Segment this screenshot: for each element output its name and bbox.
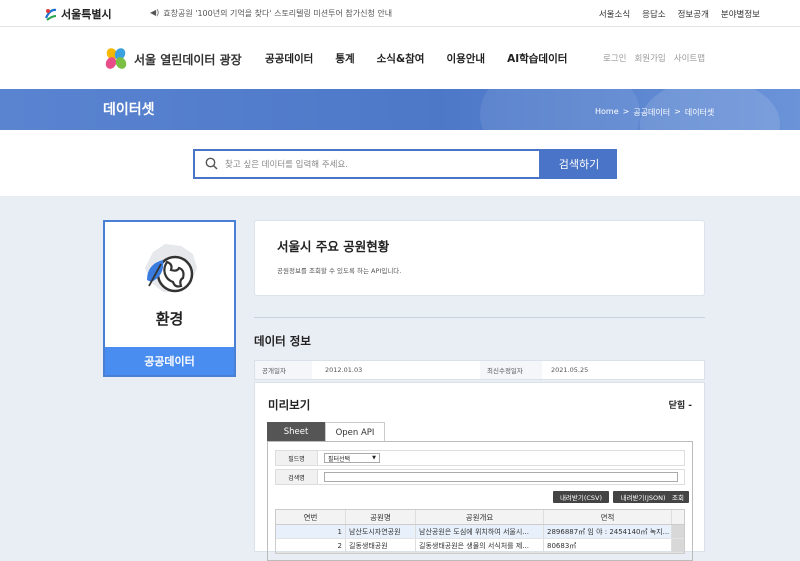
download-csv-button[interactable]: 내려받기(CSV) — [553, 491, 609, 503]
breadcrumb-dataset[interactable]: 데이터셋 — [685, 107, 714, 118]
preview-title: 미리보기 — [268, 398, 311, 412]
environment-globe-icon — [145, 244, 197, 293]
dataset-summary-card: 서울시 주요 공원현황 공원정보를 조회할 수 있도록 하는 API입니다. — [254, 220, 705, 296]
seoul-logo-text: 서울특별시 — [61, 8, 112, 21]
gnb-menu: 공공데이터 통계 소식&참여 이용안내 AI학습데이터 — [265, 51, 589, 66]
page-title: 데이터셋 — [103, 102, 155, 118]
category-card[interactable]: 환경 공공데이터 — [103, 220, 236, 377]
util-link-disclosure[interactable]: 정보공개 — [678, 8, 709, 20]
scrollbar-header — [672, 510, 684, 524]
field-filter-row: 필드명 필터선택 ▼ — [275, 450, 685, 466]
public-date-value: 2012.01.03 — [325, 366, 363, 374]
field-select[interactable]: 필터선택 ▼ — [324, 453, 380, 463]
query-button[interactable]: 조회 — [667, 491, 689, 503]
public-date-label: 공개일자 — [255, 361, 312, 379]
seoul-logo[interactable]: 서울특별시 — [44, 6, 112, 22]
signup-link[interactable]: 회원가입 — [634, 52, 665, 64]
util-link-news[interactable]: 서울소식 — [599, 8, 630, 20]
category-name: 환경 — [155, 310, 184, 328]
login-link[interactable]: 로그인 — [603, 52, 626, 64]
category-type-label: 공공데이터 — [105, 347, 234, 375]
keyword-input-wrap — [318, 470, 684, 484]
search-input[interactable]: 찾고 싶은 데이터를 입력해 주세요. — [193, 149, 541, 179]
top-utility-bar: 서울특별시 ◀) 효창공원 '100년의 기억을 찾다' 스토리텔링 미션투어 … — [0, 0, 800, 27]
breadcrumb-home[interactable]: Home — [595, 107, 619, 118]
notice-ticker[interactable]: ◀) 효창공원 '100년의 기억을 찾다' 스토리텔링 미션투어 참가신청 안… — [150, 8, 392, 19]
site-brand[interactable]: 서울 열린데이터 광장 — [103, 47, 242, 71]
column-header[interactable]: 공원명 — [346, 510, 416, 524]
grid-header: 연번 공원명 공원개요 면적 — [276, 510, 684, 525]
cell-area: 2896887㎡ 임 야 : 2454140㎡ 녹지... — [544, 525, 672, 538]
menu-public-data[interactable]: 공공데이터 — [265, 51, 313, 66]
field-select-wrap: 필터선택 ▼ — [318, 451, 386, 465]
menu-news-participation[interactable]: 소식&참여 — [377, 51, 425, 66]
table-row[interactable]: 2 길동생태공원 길동생태공원은 생물의 서식처를 제... 80683㎡ — [276, 539, 684, 553]
breadcrumb: Home > 공공데이터 > 데이터셋 — [595, 107, 714, 118]
util-link-response[interactable]: 응답소 — [642, 8, 665, 20]
section-divider — [254, 317, 705, 318]
chevron-down-icon: ▼ — [372, 455, 376, 461]
keyword-input[interactable] — [324, 472, 678, 482]
site-brand-text: 서울 열린데이터 광장 — [134, 52, 242, 67]
vertical-scrollbar[interactable] — [672, 525, 684, 538]
search-placeholder: 찾고 싶은 데이터를 입력해 주세요. — [225, 160, 348, 170]
tab-open-api[interactable]: Open API — [325, 422, 385, 442]
breadcrumb-separator: > — [622, 107, 630, 116]
breadcrumb-public-data[interactable]: 공공데이터 — [633, 107, 670, 118]
notice-text: 효창공원 '100년의 기억을 찾다' 스토리텔링 미션투어 참가신청 안내 — [163, 9, 393, 18]
data-grid: 연번 공원명 공원개요 면적 1 남산도시자연공원 남산공원은 도심에 위치하여… — [275, 509, 685, 554]
field-select-value: 필터선택 — [328, 455, 351, 463]
preview-tabs: Sheet Open API — [267, 422, 385, 442]
sitemap-link[interactable]: 사이트맵 — [674, 52, 705, 64]
utility-links: 서울소식 응답소 정보공개 분야별정보 — [599, 8, 760, 20]
column-header[interactable]: 면적 — [544, 510, 672, 524]
sheet-panel: 필드명 필터선택 ▼ 검색명 내려받기(CSV) 내려받기(JSON) 조회 연… — [267, 441, 693, 561]
download-json-button[interactable]: 내려받기(JSON) — [613, 491, 673, 503]
search-keyword-label: 검색명 — [276, 470, 318, 484]
open-data-logo-icon — [105, 48, 127, 69]
data-info-heading: 데이터 정보 — [254, 334, 311, 348]
preview-close-toggle[interactable]: 닫힘 - — [669, 398, 692, 411]
cell-no: 1 — [276, 525, 346, 538]
tab-sheet[interactable]: Sheet — [267, 422, 325, 442]
field-name-label: 필드명 — [276, 451, 318, 465]
data-info-bar: 공개일자 2012.01.03 최신수정일자 2021.05.25 — [254, 360, 705, 380]
search-button[interactable]: 검색하기 — [541, 149, 617, 179]
main-navigation: 서울 열린데이터 광장 공공데이터 통계 소식&참여 이용안내 AI학습데이터 … — [0, 27, 800, 89]
dataset-description: 공원정보를 조회할 수 있도록 하는 API입니다. — [277, 267, 402, 275]
modified-date-label: 최신수정일자 — [480, 361, 542, 379]
table-row[interactable]: 1 남산도시자연공원 남산공원은 도심에 위치하여 서울시... 2896887… — [276, 525, 684, 539]
modified-date-value: 2021.05.25 — [551, 366, 589, 374]
cell-overview: 남산공원은 도심에 위치하여 서울시... — [416, 525, 544, 538]
cell-park-name: 남산도시자연공원 — [346, 525, 416, 538]
preview-panel: 미리보기 닫힘 - Sheet Open API 필드명 필터선택 ▼ 검색명 … — [254, 382, 705, 561]
dataset-title: 서울시 주요 공원현황 — [277, 239, 390, 254]
breadcrumb-separator: > — [674, 107, 681, 116]
keyword-search-row: 검색명 — [275, 469, 685, 485]
speaker-icon: ◀) — [150, 8, 160, 17]
menu-guide[interactable]: 이용안내 — [446, 51, 485, 66]
util-link-field-info[interactable]: 분야별정보 — [721, 8, 760, 20]
menu-statistics[interactable]: 통계 — [335, 51, 354, 66]
seoul-emblem-icon — [44, 8, 57, 21]
search-icon — [205, 157, 218, 170]
column-header[interactable]: 공원개요 — [416, 510, 544, 524]
column-header[interactable]: 연번 — [276, 510, 346, 524]
account-links: 로그인 회원가입 사이트맵 — [603, 52, 705, 64]
page-banner: 데이터셋 Home > 공공데이터 > 데이터셋 — [0, 89, 800, 130]
menu-ai-data[interactable]: AI학습데이터 — [507, 51, 567, 66]
